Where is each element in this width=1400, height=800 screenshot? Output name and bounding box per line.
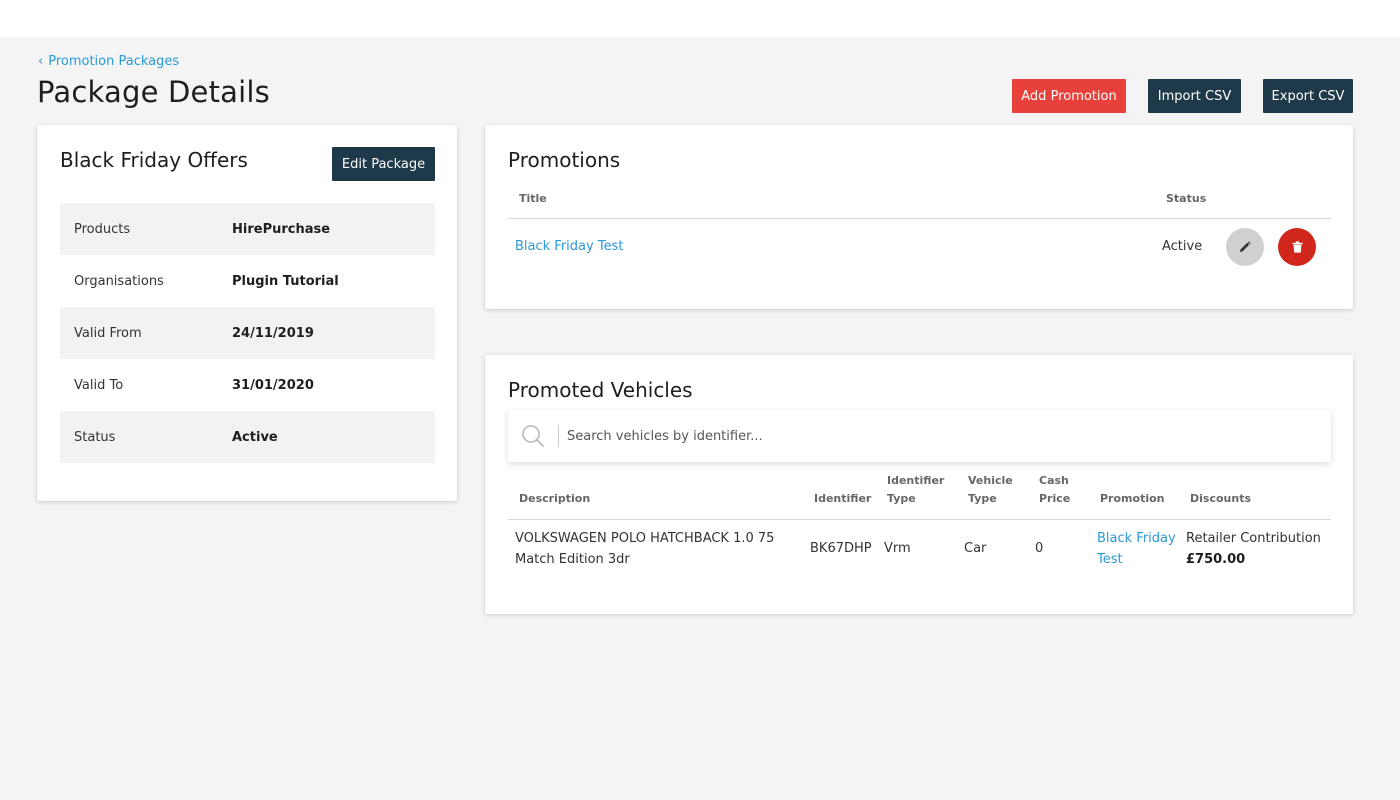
detail-value: Active (232, 429, 278, 445)
package-title: Black Friday Offers (60, 148, 248, 172)
promoted-vehicles-card: Promoted Vehicles Description Identifier… (485, 355, 1353, 614)
detail-row-valid-to: Valid To 31/01/2020 (60, 359, 435, 411)
discount-label: Retailer Contribution (1186, 531, 1321, 546)
vehicle-promotion-link[interactable]: Black Friday Test (1097, 528, 1176, 570)
detail-value: HirePurchase (232, 221, 331, 237)
description-line: Match Edition 3dr (515, 552, 630, 567)
promotions-card: Promotions Title Status Black Friday Tes… (485, 125, 1353, 309)
discount-value: £750.00 (1186, 552, 1246, 567)
column-header-title: Title (519, 192, 547, 205)
detail-key: Organisations (74, 273, 164, 289)
column-header-description: Description (519, 492, 591, 505)
column-header-vehicle-type: Vehicle Type (968, 472, 1013, 508)
pencil-icon (1240, 241, 1251, 252)
promotion-line[interactable]: Test (1097, 549, 1176, 570)
breadcrumb[interactable]: ‹ Promotion Packages (38, 54, 179, 69)
detail-row-products: Products HirePurchase (60, 203, 435, 255)
promotion-title-link[interactable]: Black Friday Test (515, 236, 623, 257)
search-input[interactable] (567, 428, 1267, 444)
header-line: Cash (1039, 474, 1069, 487)
breadcrumb-link[interactable]: Promotion Packages (48, 54, 179, 69)
trash-icon (1292, 241, 1302, 253)
detail-row-status: Status Active (60, 411, 435, 463)
header-divider (508, 218, 1331, 219)
header-line: Vehicle (968, 474, 1013, 487)
detail-value: 31/01/2020 (232, 377, 314, 393)
detail-key: Valid To (74, 377, 124, 393)
promotion-line[interactable]: Black Friday (1097, 528, 1176, 549)
vehicle-description: VOLKSWAGEN POLO HATCHBACK 1.0 75 Match E… (515, 528, 795, 570)
chevron-left-icon: ‹ (38, 54, 44, 69)
vehicle-identifier-type: Vrm (884, 541, 911, 556)
header-line: Price (1039, 492, 1071, 505)
header-line: Type (968, 492, 997, 505)
export-csv-button[interactable]: Export CSV (1263, 79, 1353, 113)
detail-row-valid-from: Valid From 24/11/2019 (60, 307, 435, 359)
top-bar (0, 0, 1400, 37)
page-title: Package Details (37, 75, 270, 109)
header-line: Type (887, 492, 916, 505)
detail-value: 24/11/2019 (232, 325, 314, 341)
header-divider (508, 519, 1331, 520)
column-header-promotion: Promotion (1100, 492, 1165, 505)
column-header-discounts: Discounts (1190, 492, 1251, 505)
detail-row-organisations: Organisations Plugin Tutorial (60, 255, 435, 307)
detail-key: Valid From (74, 325, 142, 341)
description-line: VOLKSWAGEN POLO HATCHBACK 1.0 75 (515, 531, 775, 546)
detail-value: Plugin Tutorial (232, 273, 339, 289)
vehicle-identifier: BK67DHP (810, 541, 872, 556)
import-csv-button[interactable]: Import CSV (1148, 79, 1241, 113)
delete-promotion-button[interactable] (1278, 228, 1316, 266)
search-separator (558, 425, 559, 447)
column-header-identifier: Identifier (814, 492, 872, 505)
search-icon (508, 410, 558, 462)
add-promotion-button[interactable]: Add Promotion (1012, 79, 1126, 113)
column-header-status: Status (1166, 192, 1207, 205)
promotion-status: Active (1162, 239, 1203, 254)
package-details: Products HirePurchase Organisations Plug… (60, 203, 435, 463)
column-header-identifier-type: Identifier Type (887, 472, 944, 508)
edit-promotion-button[interactable] (1226, 228, 1264, 266)
header-line: Identifier (887, 474, 945, 487)
vehicle-discounts: Retailer Contribution £750.00 (1186, 528, 1321, 570)
promoted-vehicles-title: Promoted Vehicles (508, 378, 693, 402)
vehicle-type: Car (964, 541, 987, 556)
vehicle-cash-price: 0 (1035, 541, 1044, 556)
promotions-title: Promotions (508, 148, 621, 172)
detail-key: Status (74, 429, 116, 445)
edit-package-button[interactable]: Edit Package (332, 147, 435, 181)
package-card: Black Friday Offers Edit Package Product… (37, 125, 457, 501)
vehicle-search (508, 410, 1331, 462)
detail-key: Products (74, 221, 131, 237)
column-header-cash-price: Cash Price (1039, 472, 1070, 508)
